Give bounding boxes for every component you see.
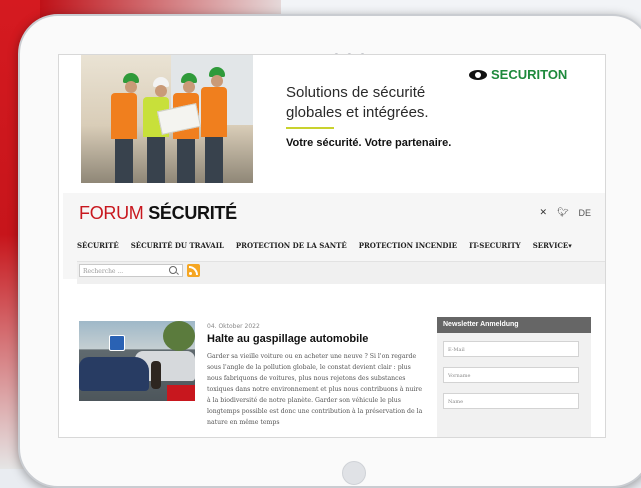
banner-photo: [81, 55, 253, 183]
language-switch[interactable]: DE: [578, 208, 591, 218]
tablet-screen: Solutions de sécurité globales et intégr…: [58, 54, 606, 438]
main-nav: SÉCURITÉ SÉCURITÉ DU TRAVAIL PROTECTION …: [77, 241, 572, 250]
newsletter-title: Newsletter Anmeldung: [437, 317, 591, 333]
article-excerpt: Garder sa vieille voiture ou en acheter …: [207, 353, 423, 426]
site-header: FORUM SÉCURITÉ ✕ 🐦︎ DE SÉCURITÉ SÉCURITÉ…: [63, 193, 605, 284]
search-icon[interactable]: [169, 266, 177, 274]
rss-icon[interactable]: [187, 264, 200, 277]
xing-icon[interactable]: ✕: [540, 207, 548, 218]
site-logo[interactable]: FORUM SÉCURITÉ: [79, 203, 237, 224]
eye-icon: [469, 69, 487, 80]
nav-item-service[interactable]: SERVICE▾: [533, 241, 572, 250]
first-name-field[interactable]: Vorname: [443, 367, 579, 383]
home-button[interactable]: [342, 461, 366, 485]
newsletter-widget: Newsletter Anmeldung E-Mail Vorname Name: [437, 317, 591, 437]
article-date: 04. Oktober 2022: [207, 323, 260, 330]
banner-accent-line: [286, 127, 334, 129]
search-input[interactable]: Recherche ...: [79, 264, 183, 277]
article-title[interactable]: Halte au gaspillage automobile: [207, 333, 368, 345]
last-name-field[interactable]: Name: [443, 393, 579, 409]
nav-item-protection-sante[interactable]: PROTECTION DE LA SANTÉ: [236, 241, 347, 250]
article-thumbnail[interactable]: [79, 321, 195, 401]
nav-item-it-security[interactable]: IT-SECURITY: [469, 241, 521, 250]
securiton-logo: SECURITON: [469, 67, 567, 82]
search-bar: Recherche ...: [77, 261, 605, 284]
email-field[interactable]: E-Mail: [443, 341, 579, 357]
social-links: ✕ 🐦︎ DE: [540, 207, 592, 218]
ad-banner[interactable]: Solutions de sécurité globales et intégr…: [81, 55, 594, 183]
nav-item-securite[interactable]: SÉCURITÉ: [77, 241, 119, 250]
banner-tagline: Votre sécurité. Votre partenaire.: [286, 137, 452, 149]
nav-item-protection-incendie[interactable]: PROTECTION INCENDIE: [359, 241, 457, 250]
twitter-icon[interactable]: 🐦︎: [557, 207, 568, 218]
banner-headline: Solutions de sécurité globales et intégr…: [286, 84, 429, 121]
nav-item-securite-du-travail[interactable]: SÉCURITÉ DU TRAVAIL: [131, 241, 224, 250]
